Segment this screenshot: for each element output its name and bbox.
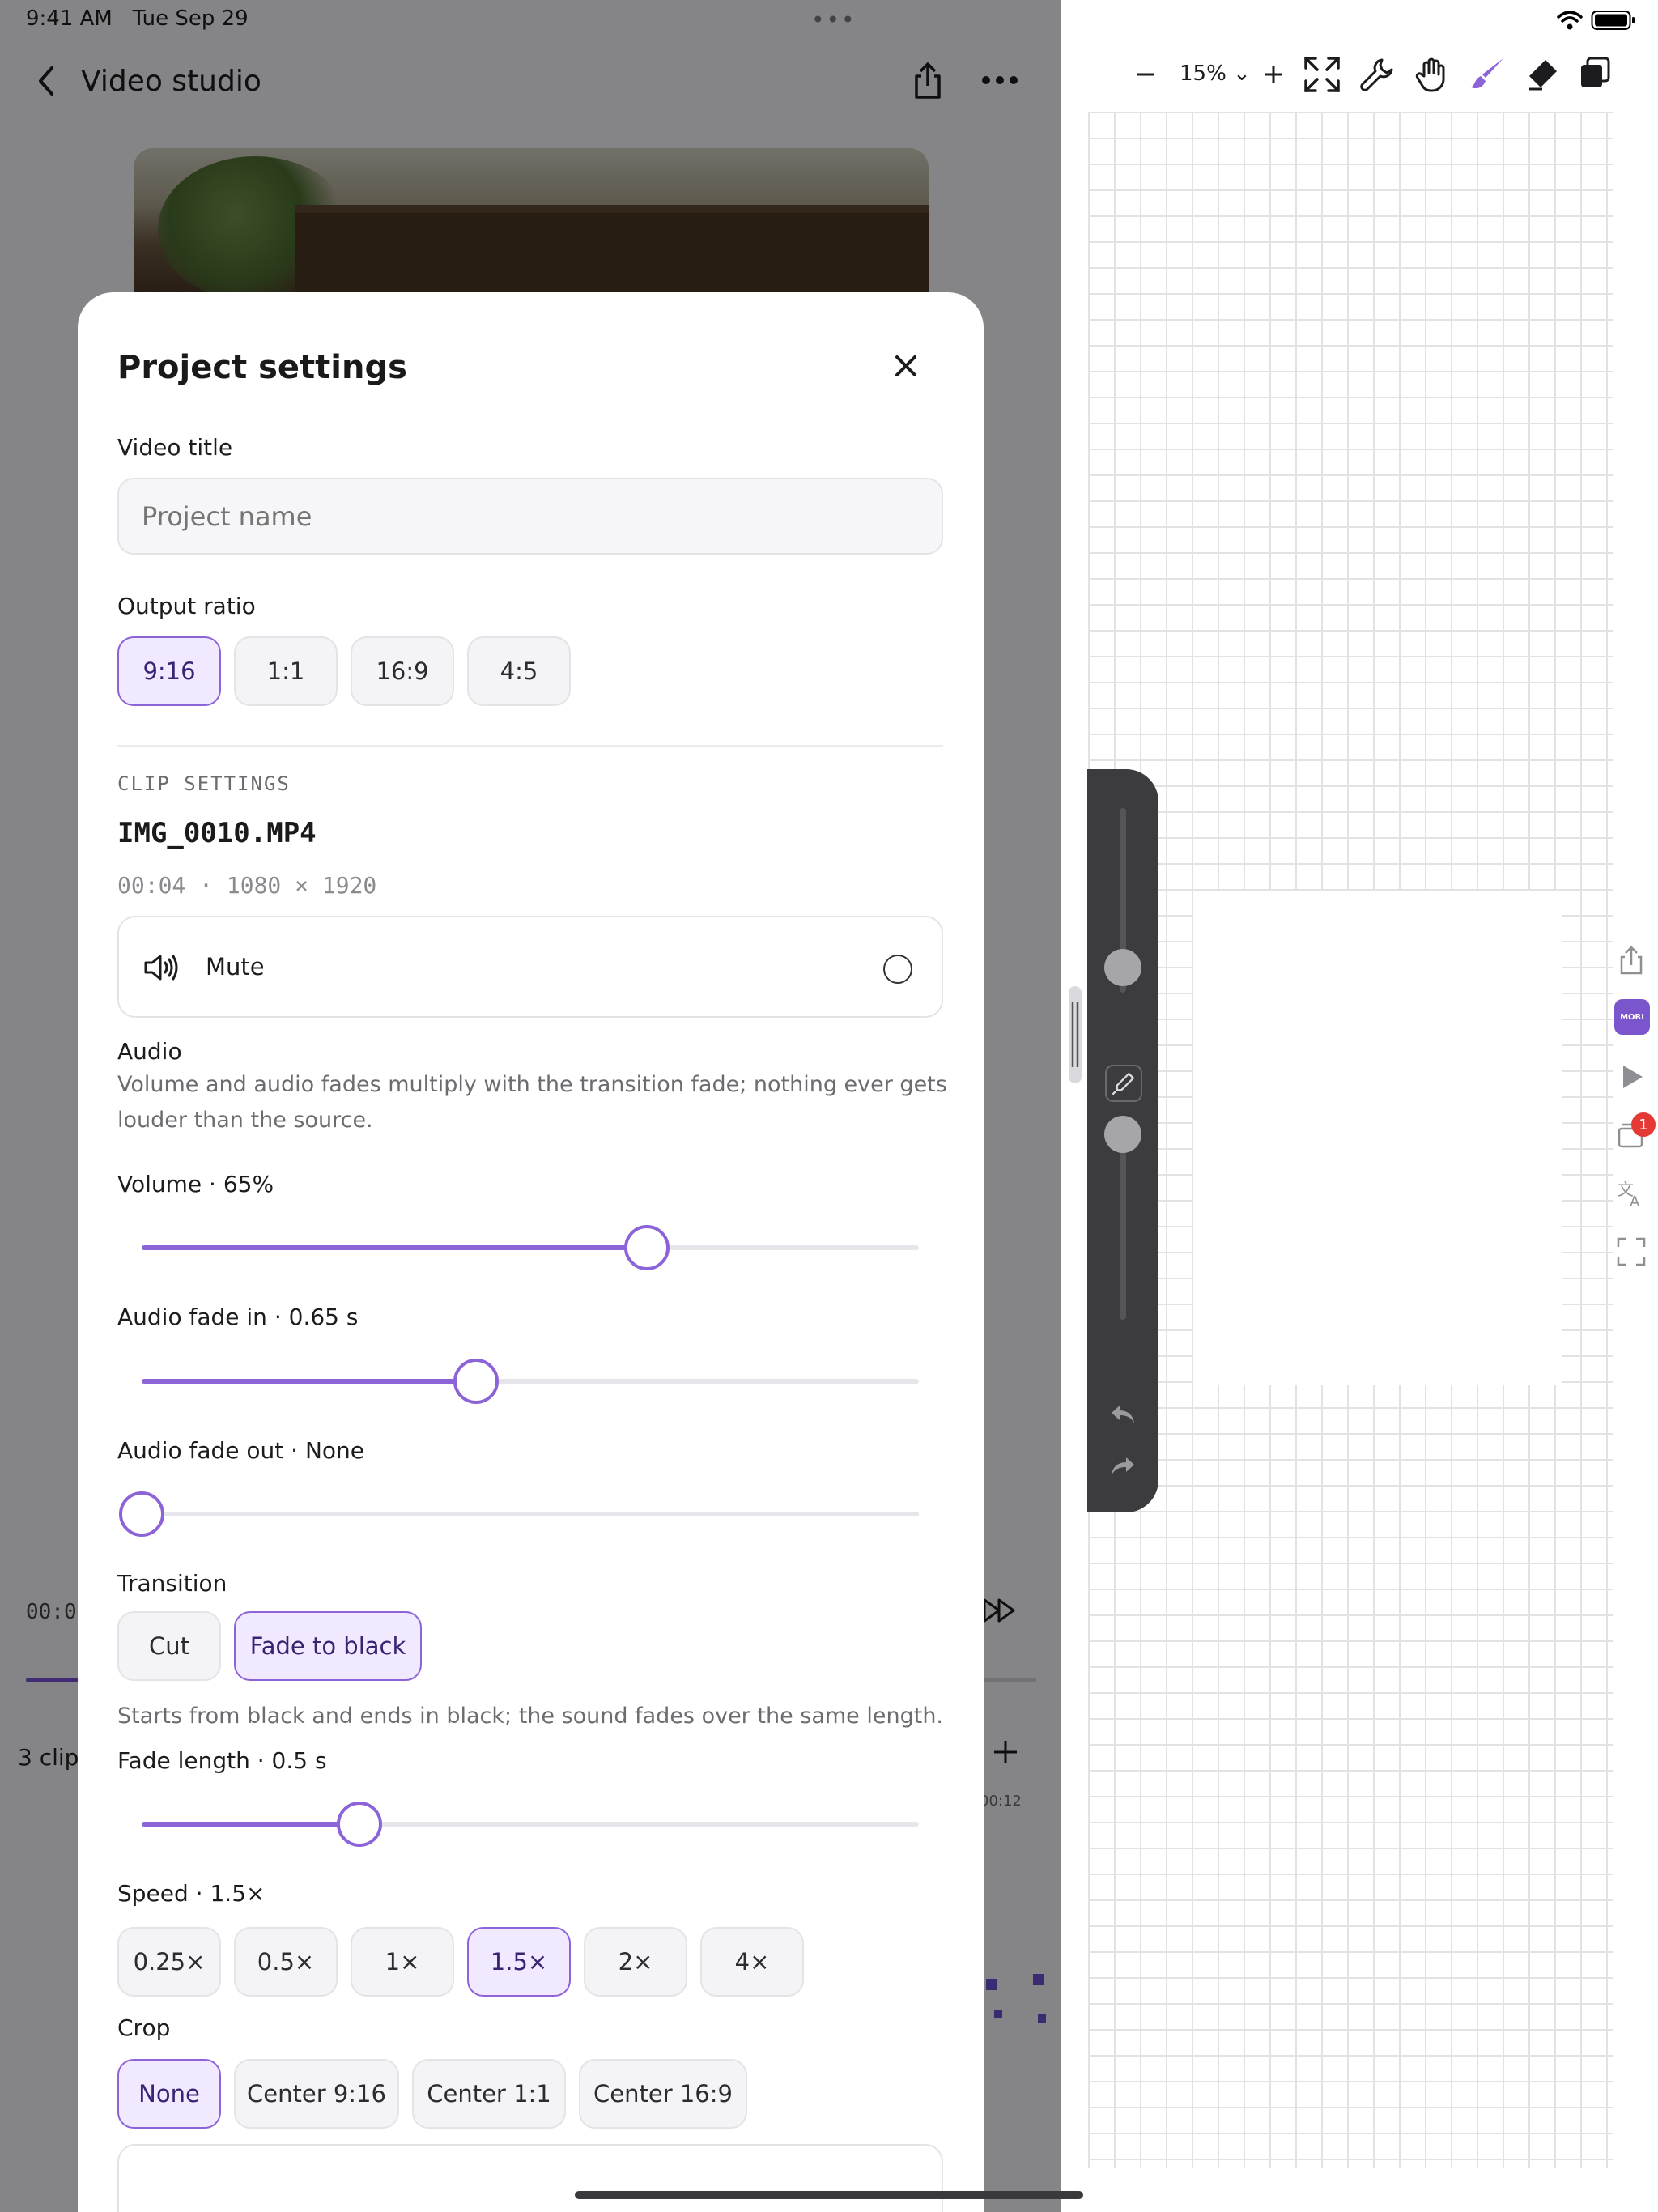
- transition-label: Transition: [117, 1570, 227, 1597]
- assistant-logo-button[interactable]: MORI: [1614, 999, 1650, 1035]
- mute-radio[interactable]: [883, 955, 912, 984]
- clip-meta: 00:04 · 1080 × 1920: [117, 872, 377, 899]
- ratio-9-16-option[interactable]: 9:16: [117, 636, 221, 706]
- translate-icon[interactable]: 文 A: [1615, 1177, 1647, 1210]
- speed-0-25-option[interactable]: 0.25×: [117, 1927, 221, 1997]
- transition-fade-option[interactable]: Fade to black: [234, 1611, 422, 1681]
- fade-length-label: Fade length · 0.5 s: [117, 1747, 327, 1774]
- speed-label: Speed · 1.5×: [117, 1880, 266, 1907]
- brush-size-panel: [1087, 769, 1158, 1512]
- crop-center-16-9-option[interactable]: Center 16:9: [579, 2059, 747, 2129]
- export-icon[interactable]: [1615, 944, 1647, 976]
- wrench-icon[interactable]: [1358, 55, 1397, 94]
- svg-text:A: A: [1630, 1193, 1640, 1210]
- opacity-knob[interactable]: [1104, 1116, 1141, 1153]
- audio-note: Volume and audio fades multiply with the…: [117, 1072, 947, 1133]
- battery-icon: [1591, 11, 1635, 30]
- eyedropper-icon[interactable]: [1105, 1065, 1142, 1102]
- drawing-canvas-app: 15% ⌄ MORI 1 文 A: [1061, 0, 1658, 2212]
- fullscreen-icon[interactable]: [1615, 1236, 1647, 1268]
- transition-cut-option[interactable]: Cut: [117, 1611, 221, 1681]
- audio-fade-out-thumb[interactable]: [119, 1491, 164, 1537]
- project-settings-sheet: Project settings Video title Output rati…: [78, 292, 984, 2212]
- crop-none-option[interactable]: None: [117, 2059, 221, 2129]
- sheet-title: Project settings: [117, 349, 407, 386]
- divider: [117, 745, 943, 747]
- speed-0-5-option[interactable]: 0.5×: [234, 1927, 338, 1997]
- opacity-rail[interactable]: [1120, 1125, 1126, 1320]
- canvas-page[interactable]: [1193, 891, 1562, 1385]
- crop-label: Crop: [117, 2014, 171, 2041]
- audio-fade-in-slider[interactable]: [117, 1357, 943, 1406]
- brush-size-knob[interactable]: [1104, 949, 1141, 986]
- ratio-4-5-option[interactable]: 4:5: [467, 636, 571, 706]
- zoom-out-icon[interactable]: [1126, 55, 1165, 94]
- fit-screen-icon[interactable]: [1303, 55, 1341, 94]
- volume-label: Volume · 65%: [117, 1171, 274, 1197]
- mute-label: Mute: [206, 953, 265, 981]
- play-icon[interactable]: [1615, 1061, 1647, 1093]
- redo-icon[interactable]: [1108, 1454, 1137, 1478]
- speaker-icon: [144, 955, 178, 981]
- speed-2-option[interactable]: 2×: [584, 1927, 687, 1997]
- audio-fade-out-slider[interactable]: [117, 1490, 943, 1538]
- clip-settings-heading: CLIP SETTINGS: [117, 772, 291, 795]
- home-indicator[interactable]: [575, 2191, 1083, 2199]
- volume-slider-thumb[interactable]: [624, 1225, 670, 1270]
- eraser-icon[interactable]: [1523, 55, 1562, 94]
- wifi-icon: [1557, 11, 1583, 30]
- audio-heading: Audio: [117, 1038, 182, 1065]
- audio-fade-in-thumb[interactable]: [453, 1359, 499, 1404]
- transition-note: Starts from black and ends in black; the…: [117, 1704, 944, 1729]
- crop-center-1-1-option[interactable]: Center 1:1: [412, 2059, 566, 2129]
- close-icon[interactable]: [894, 354, 918, 378]
- zoom-level[interactable]: 15% ⌄: [1180, 62, 1251, 86]
- notification-badge: 1: [1631, 1112, 1656, 1137]
- video-title-input[interactable]: [117, 478, 943, 555]
- hand-icon[interactable]: [1413, 55, 1452, 94]
- fade-length-thumb[interactable]: [336, 1802, 382, 1847]
- fade-out-label: Audio fade out · None: [117, 1437, 365, 1464]
- speed-1-5-option[interactable]: 1.5×: [467, 1927, 571, 1997]
- speed-4-option[interactable]: 4×: [700, 1927, 804, 1997]
- brush-icon[interactable]: [1468, 55, 1507, 94]
- layers-icon[interactable]: [1578, 55, 1617, 94]
- volume-slider[interactable]: [117, 1223, 943, 1272]
- mute-toggle-row[interactable]: Mute: [117, 916, 943, 1018]
- clip-name: IMG_0010.MP4: [117, 817, 317, 849]
- fade-in-label: Audio fade in · 0.65 s: [117, 1304, 359, 1330]
- split-view-handle[interactable]: [1067, 986, 1083, 1083]
- ratio-16-9-option[interactable]: 16:9: [351, 636, 454, 706]
- video-title-label: Video title: [117, 434, 233, 461]
- zoom-in-icon[interactable]: [1254, 55, 1293, 94]
- undo-icon[interactable]: [1108, 1402, 1137, 1427]
- ratio-1-1-option[interactable]: 1:1: [234, 636, 338, 706]
- output-ratio-label: Output ratio: [117, 593, 256, 619]
- speed-1-option[interactable]: 1×: [351, 1927, 454, 1997]
- crop-center-9-16-option[interactable]: Center 9:16: [234, 2059, 399, 2129]
- next-settings-card[interactable]: [117, 2144, 943, 2212]
- fade-length-slider[interactable]: [117, 1800, 943, 1848]
